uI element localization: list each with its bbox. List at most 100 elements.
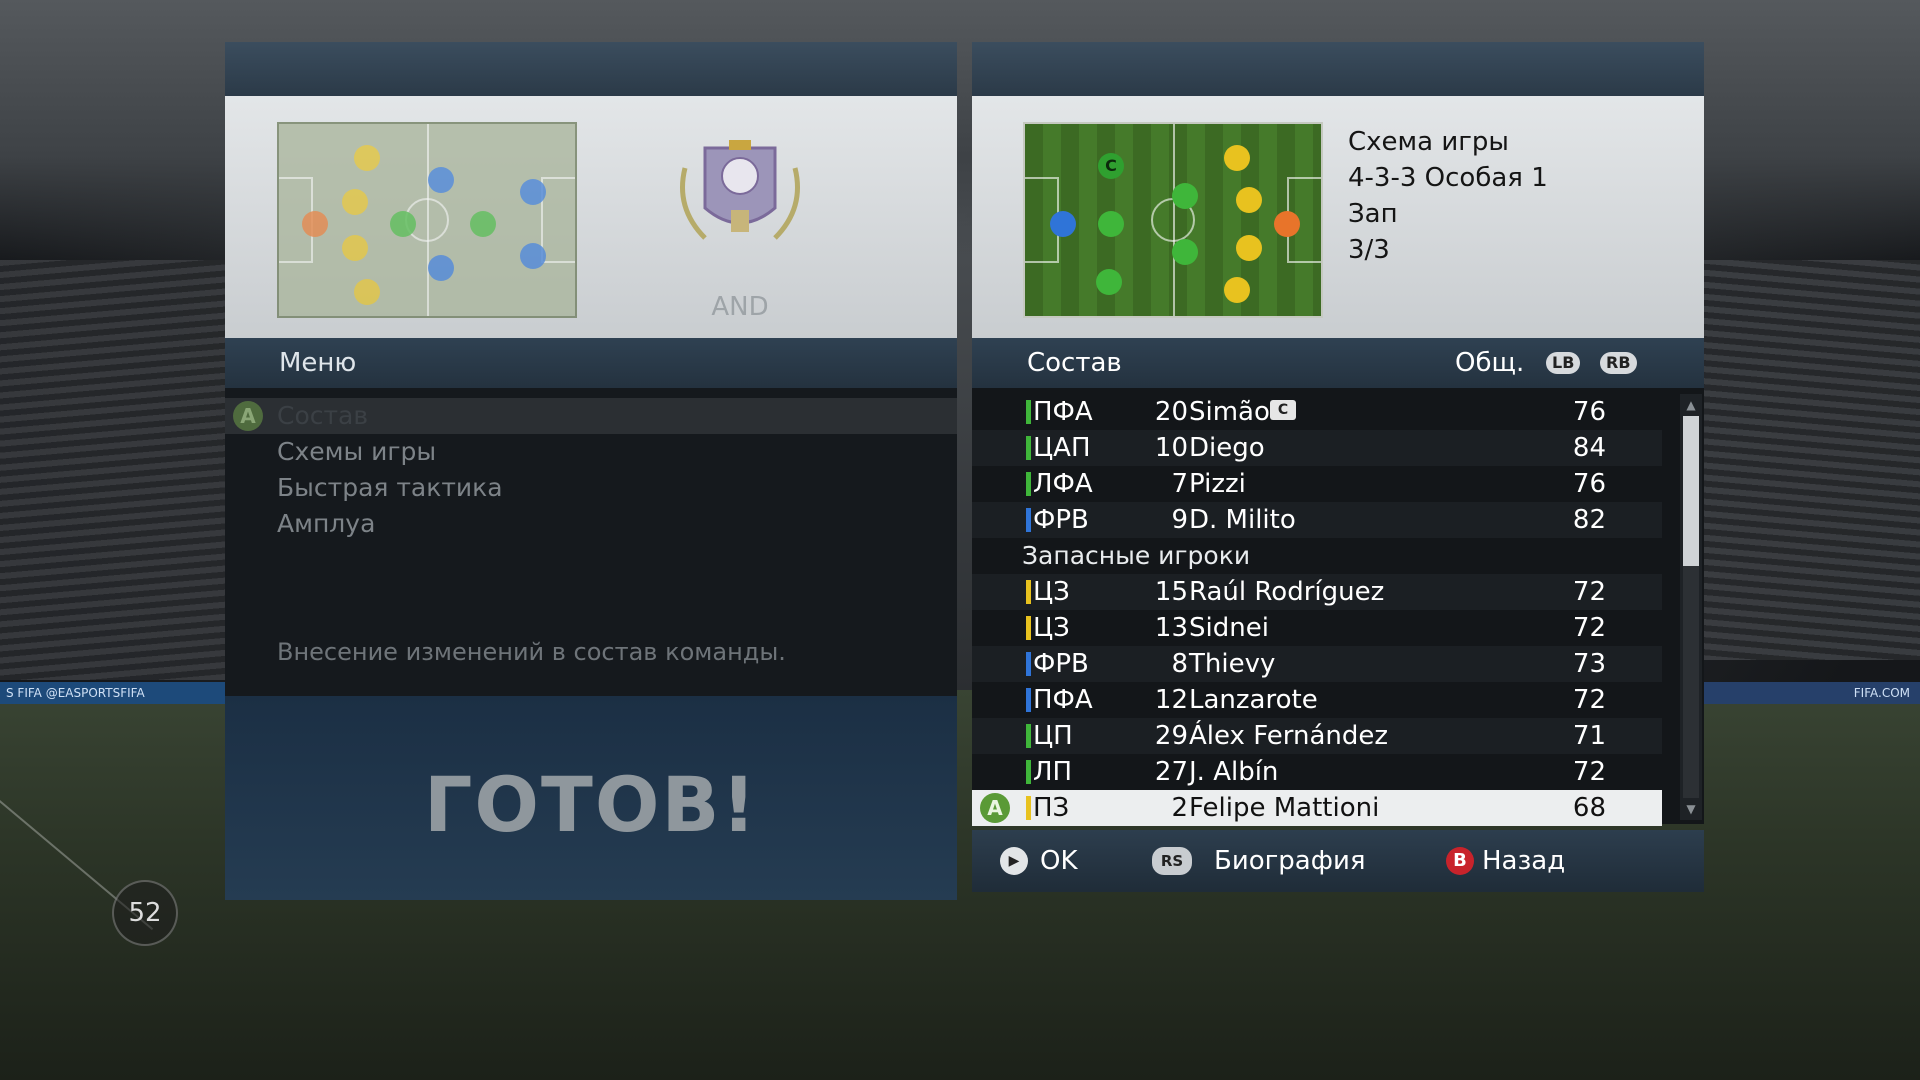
- biography-label: Биография: [1214, 846, 1366, 876]
- role-color-bar: [1026, 508, 1031, 532]
- player-name: Diego: [1189, 433, 1265, 463]
- play-icon: ▶: [1000, 847, 1028, 875]
- role-color-bar: [1026, 796, 1031, 820]
- player-row[interactable]: ЦАП 10 Diego 84: [972, 430, 1662, 466]
- role-color-bar: [1026, 724, 1031, 748]
- menu-item-label: Состав: [277, 401, 369, 430]
- player-name: Raúl Rodríguez: [1189, 577, 1385, 607]
- player-dot-def[interactable]: [1224, 277, 1250, 303]
- player-dot-mid[interactable]: [1172, 239, 1198, 265]
- club-crest-icon: [680, 140, 800, 240]
- player-number: 20: [1154, 397, 1188, 427]
- menu-item-formations[interactable]: Схемы игры: [225, 434, 957, 470]
- right-panel-header: [972, 42, 1704, 96]
- subs-section-title: Запасные игроки: [1022, 541, 1251, 570]
- opponent-preview: AND: [225, 96, 957, 338]
- player-number: 12: [1154, 685, 1188, 715]
- player-rating: 76: [1572, 397, 1606, 427]
- player-row[interactable]: ЦЗ 13 Sidnei 72: [972, 610, 1662, 646]
- player-number: 13: [1154, 613, 1188, 643]
- player-row[interactable]: ПФА 12 Lanzarote 72: [972, 682, 1662, 718]
- player-dot-def[interactable]: [1224, 145, 1250, 171]
- menu-item-label: Схемы игры: [277, 437, 437, 466]
- back-label: Назад: [1482, 846, 1566, 876]
- squad-scrollbar[interactable]: ▲ ▼: [1680, 394, 1702, 820]
- player-dot-mid[interactable]: [1098, 211, 1124, 237]
- role-color-bar: [1026, 580, 1031, 604]
- role-color-bar: [1026, 472, 1031, 496]
- player-row-selected[interactable]: A ПЗ 2 Felipe Mattioni 68: [972, 790, 1662, 826]
- menu-list: A Состав Схемы игры Быстрая тактика Ампл…: [225, 388, 957, 696]
- role-color-bar: [1026, 760, 1031, 784]
- player-dot-gk[interactable]: [1274, 211, 1300, 237]
- player-dot-def[interactable]: [1236, 235, 1262, 261]
- right-panel: C Схема игры 4-3-3 Особая 1 Зап 3/3 Сост…: [972, 42, 1704, 900]
- team-formation-pitch[interactable]: C: [1023, 122, 1323, 318]
- player-dot-def: [354, 279, 380, 305]
- player-number: 2: [1171, 793, 1188, 823]
- lb-button-icon[interactable]: LB: [1546, 352, 1581, 374]
- ad-board-left: S FIFA @EASPORTSFIFA: [0, 682, 230, 704]
- menu-item-quick-tactics[interactable]: Быстрая тактика: [225, 470, 957, 506]
- player-name: Álex Fernández: [1189, 721, 1388, 751]
- menu-item-squad[interactable]: A Состав: [225, 398, 957, 434]
- ad-board-right: FIFA.COM: [1690, 682, 1920, 704]
- player-row[interactable]: ЛП 27 J. Albín 72: [972, 754, 1662, 790]
- player-dot-mid[interactable]: [1096, 269, 1122, 295]
- scroll-down-icon[interactable]: ▼: [1683, 800, 1699, 818]
- player-dot-def[interactable]: [1236, 187, 1262, 213]
- subs-label: Зап: [1348, 199, 1398, 229]
- role-color-bar: [1026, 400, 1031, 424]
- a-button-icon: A: [233, 401, 263, 431]
- player-row[interactable]: ЦЗ 15 Raúl Rodríguez 72: [972, 574, 1662, 610]
- player-rating: 72: [1572, 685, 1606, 715]
- player-position: ФРВ: [1033, 649, 1089, 679]
- captain-armband-icon: C: [1270, 400, 1296, 420]
- captain-dot[interactable]: C: [1098, 153, 1124, 179]
- player-name: D. Milito: [1189, 505, 1296, 535]
- player-dot-mid[interactable]: [1172, 183, 1198, 209]
- player-dot-fwd: [520, 179, 546, 205]
- menu-title: Меню: [279, 348, 357, 378]
- player-name: Pizzi: [1189, 469, 1246, 499]
- role-color-bar: [1026, 436, 1031, 460]
- formation-label: Схема игры: [1348, 127, 1509, 157]
- rb-button-icon[interactable]: RB: [1600, 352, 1637, 374]
- left-panel: AND Меню A Состав Схемы игры Быстрая так…: [225, 42, 957, 900]
- player-position: ПФА: [1033, 685, 1093, 715]
- player-rating: 82: [1572, 505, 1606, 535]
- player-dot-def: [354, 145, 380, 171]
- player-dot-mid: [390, 211, 416, 237]
- a-button-icon: A: [980, 793, 1010, 823]
- opponent-team-abbr: AND: [711, 292, 769, 322]
- player-number: 15: [1154, 577, 1188, 607]
- player-dot-fwd: [520, 243, 546, 269]
- formation-name: 4-3-3 Особая 1: [1348, 163, 1548, 193]
- player-position: ПФА: [1033, 397, 1093, 427]
- menu-item-roles[interactable]: Амплуа: [225, 506, 957, 542]
- player-name: Lanzarote: [1189, 685, 1318, 715]
- role-color-bar: [1026, 616, 1031, 640]
- player-row[interactable]: ПФА 20 Simão C 76: [972, 394, 1662, 430]
- player-position: ПЗ: [1033, 793, 1070, 823]
- menu-item-label: Амплуа: [277, 509, 376, 538]
- player-number: 8: [1171, 649, 1188, 679]
- player-row[interactable]: ЛФА 7 Pizzi 76: [972, 466, 1662, 502]
- player-position: ЦЗ: [1033, 613, 1070, 643]
- player-position: ЦП: [1033, 721, 1073, 751]
- ok-label: OK: [1040, 846, 1078, 876]
- player-rating: 68: [1572, 793, 1606, 823]
- button-prompts: ▶ OK RS Биография B Назад: [972, 830, 1704, 892]
- player-number: 9: [1171, 505, 1188, 535]
- player-row[interactable]: ФРВ 9 D. Milito 82: [972, 502, 1662, 538]
- squad-title: Состав: [1027, 348, 1122, 378]
- scroll-thumb[interactable]: [1683, 416, 1699, 566]
- role-color-bar: [1026, 688, 1031, 712]
- player-row[interactable]: ФРВ 8 Thievy 73: [972, 646, 1662, 682]
- player-dot-fwd: [428, 255, 454, 281]
- player-row[interactable]: ЦП 29 Álex Fernández 71: [972, 718, 1662, 754]
- player-dot-fwd[interactable]: [1050, 211, 1076, 237]
- jersey-number-badge: 52: [112, 880, 178, 946]
- scroll-up-icon[interactable]: ▲: [1683, 396, 1699, 414]
- player-rating: 72: [1572, 577, 1606, 607]
